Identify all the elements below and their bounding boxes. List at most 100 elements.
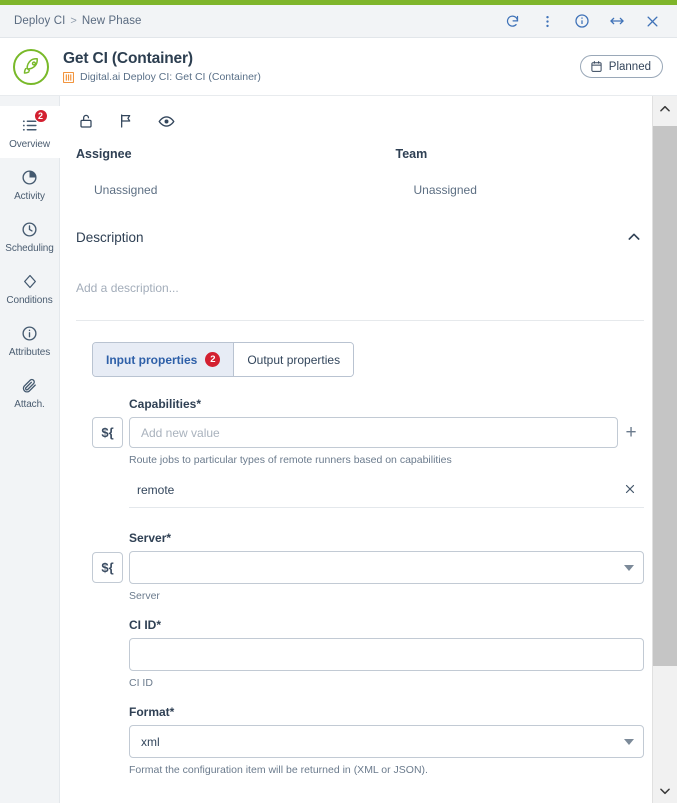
sidebar-item-label-activity: Activity	[14, 191, 45, 202]
field-server: Server* ${ Server	[92, 531, 644, 602]
info-icon	[19, 323, 41, 343]
scroll-down-button[interactable]	[653, 778, 677, 803]
properties-tabs: Input properties 2 Output properties	[92, 342, 355, 377]
breadcrumb-bar: Deploy CI > New Phase	[0, 5, 677, 38]
chevron-up-icon[interactable]	[624, 227, 644, 247]
sidebar-item-activity[interactable]: Activity	[0, 158, 60, 210]
server-label-text: Server	[129, 531, 167, 545]
capabilities-expression-button[interactable]: ${	[92, 417, 123, 448]
server-row: ${	[92, 551, 644, 584]
unlock-icon[interactable]	[76, 111, 96, 131]
team-column: Team Unassigned	[377, 147, 677, 197]
task-toolbar	[76, 96, 677, 145]
capabilities-label-text: Capabilities	[129, 397, 197, 411]
expand-icon[interactable]	[608, 12, 626, 30]
scrollbar-thumb[interactable]	[653, 126, 677, 666]
app-window: Deploy CI > New Phase Get CI (Container)…	[0, 0, 677, 803]
tab-input-properties-label: Input properties	[106, 352, 198, 367]
ci-id-input[interactable]	[129, 638, 644, 671]
paperclip-icon	[19, 375, 41, 395]
assignee-label: Assignee	[76, 147, 132, 161]
task-title-block: Get CI (Container) Digital.ai Deploy CI:…	[63, 50, 580, 83]
pie-chart-icon	[19, 167, 41, 187]
window-actions	[503, 12, 665, 30]
capabilities-value-text: remote	[137, 483, 175, 497]
description-input[interactable]: Add a description...	[76, 247, 677, 295]
server-expression-button[interactable]: ${	[92, 552, 123, 583]
capabilities-helper: Route jobs to particular types of remote…	[129, 454, 452, 466]
field-capabilities: Capabilities* ${ + Route jobs to particu…	[92, 397, 644, 508]
team-value[interactable]: Unassigned	[396, 161, 677, 197]
sidebar-item-overview[interactable]: 2 Overview	[0, 106, 60, 158]
server-label: Server*	[92, 531, 644, 545]
clock-icon	[19, 219, 41, 239]
sidebar-item-label-conditions: Conditions	[6, 295, 53, 306]
capabilities-add-button[interactable]: +	[618, 423, 644, 442]
format-select[interactable]: xml	[129, 725, 644, 758]
status-badge[interactable]: Planned	[579, 55, 663, 78]
page-title: Get CI (Container)	[63, 50, 193, 67]
server-helper: Server	[129, 590, 160, 602]
sidebar-item-label-attachments: Attach.	[14, 399, 45, 410]
more-menu-icon[interactable]	[538, 12, 556, 30]
breadcrumb-root[interactable]: Deploy CI	[14, 15, 65, 27]
close-icon[interactable]	[643, 12, 661, 30]
tab-input-properties-badge: 2	[205, 352, 221, 367]
scroll-up-button[interactable]	[653, 96, 677, 121]
ci-id-row	[129, 638, 644, 671]
required-marker: *	[156, 618, 162, 632]
body: 2 Overview Activity Scheduling Condition…	[0, 96, 677, 803]
sidebar-item-label-scheduling: Scheduling	[5, 243, 54, 254]
sidebar-item-label-attributes: Attributes	[8, 347, 51, 358]
overview-badge: 2	[33, 109, 48, 123]
capabilities-input[interactable]	[129, 417, 618, 448]
eye-icon[interactable]	[156, 111, 176, 131]
capabilities-label: Capabilities*	[92, 397, 644, 411]
tab-output-properties-label: Output properties	[247, 352, 341, 367]
description-header: Description	[76, 197, 677, 247]
server-select[interactable]	[129, 551, 644, 584]
assignee-column: Assignee Unassigned	[76, 147, 377, 197]
format-select-wrap: xml	[129, 725, 644, 758]
sidebar-item-attributes[interactable]: Attributes	[0, 314, 60, 366]
vertical-scrollbar[interactable]	[652, 96, 677, 803]
field-ci-id: CI ID* CI ID	[92, 618, 644, 689]
assignee-value[interactable]: Unassigned	[76, 161, 377, 197]
close-icon[interactable]	[624, 483, 636, 497]
refresh-icon[interactable]	[503, 12, 521, 30]
description-title: Description	[76, 229, 144, 245]
tab-output-properties[interactable]: Output properties	[233, 343, 354, 376]
task-subtitle: Digital.ai Deploy CI: Get CI (Container)	[63, 71, 580, 83]
required-marker: *	[169, 705, 175, 719]
ci-id-label-text: CI ID	[129, 618, 157, 632]
format-label: Format*	[129, 705, 644, 719]
sidebar-item-label-overview: Overview	[9, 139, 50, 150]
breadcrumb-separator: >	[70, 15, 77, 27]
sidebar-item-scheduling[interactable]: Scheduling	[0, 210, 60, 262]
diamond-icon	[19, 271, 41, 291]
list-icon: 2	[19, 109, 48, 135]
team-label: Team	[395, 147, 428, 161]
capabilities-value-row: remote	[129, 483, 644, 508]
sidebar-item-conditions[interactable]: Conditions	[0, 262, 60, 314]
task-type-icon	[63, 71, 74, 83]
assignment-section: Assignee Unassigned Team Unassigned	[76, 145, 677, 197]
sidebar-item-attachments[interactable]: Attach.	[0, 366, 60, 418]
tab-input-properties[interactable]: Input properties 2	[93, 343, 234, 376]
scrollbar-track[interactable]	[653, 121, 677, 778]
calendar-icon	[591, 61, 602, 72]
flag-icon[interactable]	[116, 111, 136, 131]
task-header: Get CI (Container) Digital.ai Deploy CI:…	[0, 38, 677, 96]
ci-id-label: CI ID*	[129, 618, 644, 632]
field-format: Format* xml Format the configuration ite…	[92, 705, 644, 776]
task-subtitle-text: Digital.ai Deploy CI: Get CI (Container)	[80, 71, 261, 83]
required-marker: *	[166, 531, 172, 545]
sidebar: 2 Overview Activity Scheduling Condition…	[0, 96, 60, 803]
breadcrumb-current[interactable]: New Phase	[82, 15, 142, 27]
rocket-icon	[13, 48, 49, 85]
info-icon[interactable]	[573, 12, 591, 30]
capabilities-row: ${ +	[92, 417, 644, 448]
